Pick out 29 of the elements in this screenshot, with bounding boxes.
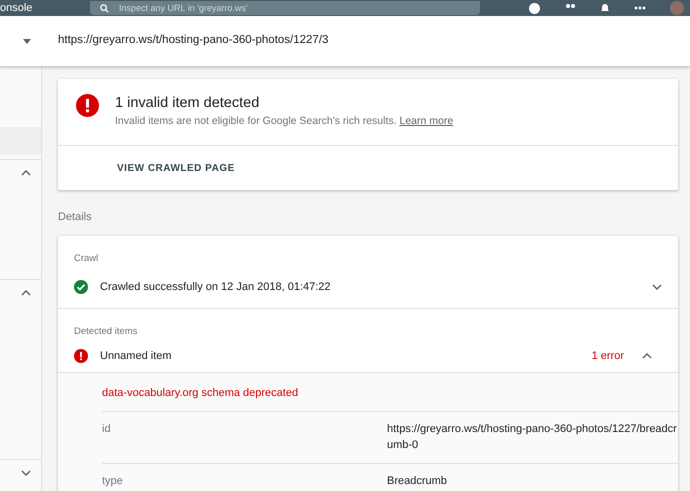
chevron-up-icon[interactable]: [642, 352, 652, 359]
check-circle-icon: [74, 280, 88, 294]
crawl-status-text: Crawled successfully on 12 Jan 2018, 01:47:22: [100, 280, 331, 295]
error-icon: [74, 348, 88, 363]
app-title: onsole: [0, 1, 34, 15]
property-value: https://greyarro.ws/t/hosting-pano-360-photos/1227/breadcrumb-0: [387, 422, 677, 454]
error-count: 1 error: [592, 348, 624, 364]
search-icon: [100, 4, 109, 12]
chevron-up-icon[interactable]: [21, 170, 31, 176]
issue-text: data-vocabulary.org schema deprecated: [102, 386, 300, 402]
chevron-down-icon[interactable]: [652, 284, 662, 290]
description-text: Invalid items are not eligible for Google Search's rich results.: [115, 115, 398, 127]
section-heading: Crawl: [73, 252, 100, 266]
error-icon: [76, 94, 99, 117]
bell-icon[interactable]: [600, 3, 610, 13]
inspected-url: https://greyarro.ws/t/hosting-pano-360-photos/1227/3: [58, 33, 328, 48]
more-icon[interactable]: [634, 6, 646, 10]
section-heading: Detected items: [73, 325, 138, 339]
chevron-up-icon[interactable]: [21, 290, 31, 296]
item-name: Unnamed item: [100, 348, 172, 364]
view-crawled-page-button[interactable]: VIEW CRAWLED PAGE: [117, 160, 235, 176]
property-name: type: [102, 474, 124, 489]
learn-more-link[interactable]: Learn more: [399, 115, 454, 127]
dropdown-caret-icon[interactable]: [23, 39, 31, 44]
property-value: Breadcrumb: [387, 474, 448, 489]
summary-title: 1 invalid item detected: [115, 94, 260, 112]
property-name: id: [102, 422, 112, 437]
section-heading: Details: [57, 210, 93, 226]
chevron-down-icon[interactable]: [21, 470, 31, 476]
